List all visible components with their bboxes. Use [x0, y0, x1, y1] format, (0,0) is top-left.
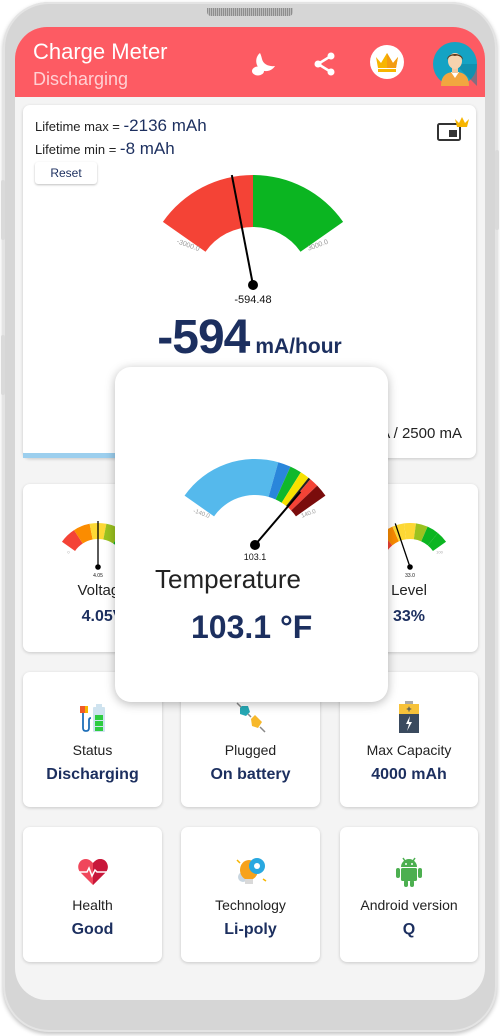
gauge-min-label: 0 — [67, 549, 70, 554]
share-icon[interactable] — [311, 50, 339, 78]
app-bar: Charge Meter Discharging — [15, 27, 485, 97]
plugged-label: Plugged — [224, 742, 277, 758]
svg-text:+: + — [406, 704, 411, 714]
plugged-value: On battery — [210, 766, 291, 783]
reset-button[interactable]: Reset — [35, 162, 97, 184]
app-title: Charge Meter — [33, 39, 168, 64]
gauge-needle-hub — [95, 564, 101, 570]
android-version-tile[interactable]: Android version Q — [340, 827, 478, 962]
battery-capacity-icon: + — [399, 701, 419, 733]
unplugged-icon — [235, 702, 266, 733]
technology-tile[interactable]: Technology Li-poly — [181, 827, 320, 962]
premium-crown-icon[interactable] — [369, 44, 405, 80]
gauge-max-label: 100 — [436, 549, 443, 554]
current-unit: mA/hour — [255, 335, 342, 358]
lifetime-max-label: Lifetime max = — [35, 119, 124, 134]
charger-battery-icon — [79, 704, 105, 732]
health-label: Health — [72, 897, 113, 913]
gauge-segment — [184, 459, 279, 517]
phone-speaker — [207, 8, 293, 16]
temperature-gauge: -140.0 140.0103.1 — [184, 459, 326, 562]
gauge-needle-hub — [407, 564, 413, 570]
gauge-value-label: 4.05 — [93, 573, 103, 579]
phone-side-button — [1, 335, 5, 395]
app-subtitle: Discharging — [33, 69, 129, 89]
night-mode-icon[interactable] — [249, 49, 279, 79]
lightbulb-gear-icon — [235, 858, 266, 884]
gauge-value-label: 33.0 — [405, 573, 415, 579]
current-gauge: -3000.0 3000.0-594.48 — [162, 174, 344, 306]
heart-pulse-icon — [77, 859, 108, 885]
android-version-label: Android version — [360, 897, 458, 913]
current-value: -594 — [157, 311, 250, 364]
current-value-display: -594 mA/hour — [23, 310, 476, 365]
lifetime-min-label: Lifetime min = — [35, 142, 120, 157]
profile-avatar-icon[interactable] — [433, 42, 477, 86]
temperature-title: Temperature — [155, 564, 301, 594]
phone-side-button — [1, 180, 5, 240]
gauge-value-label: 103.1 — [244, 552, 267, 562]
lifetime-max-row: Lifetime max = -2136 mAh — [35, 116, 207, 136]
temperature-value: 103.1 °F — [191, 609, 313, 645]
status-value: Discharging — [46, 766, 139, 783]
gauge-segment — [253, 175, 344, 252]
android-version-value: Q — [402, 921, 416, 938]
phone-side-button — [495, 150, 499, 230]
max-capacity-label: Max Capacity — [366, 742, 452, 758]
current-limit-text: A / 2500 mA — [380, 425, 462, 442]
android-icon — [396, 857, 422, 887]
gauge-needle-hub — [250, 540, 260, 550]
picture-in-picture-premium-icon[interactable] — [435, 115, 471, 145]
gauge-needle-hub — [248, 280, 258, 290]
max-capacity-value: 4000 mAh — [371, 766, 447, 783]
lifetime-max-value: -2136 mAh — [123, 116, 207, 135]
technology-value: Li-poly — [224, 921, 277, 938]
status-label: Status — [72, 742, 113, 758]
lifetime-min-value: -8 mAh — [119, 139, 175, 158]
gauge-value-label: -594.48 — [234, 294, 271, 306]
health-value: Good — [71, 921, 114, 938]
temperature-popup[interactable]: -140.0 140.0 103.1 Temperature 103.1 °F — [115, 367, 388, 702]
health-tile[interactable]: Health Good — [23, 827, 162, 962]
lifetime-min-row: Lifetime min = -8 mAh — [35, 139, 175, 159]
technology-label: Technology — [215, 897, 286, 913]
